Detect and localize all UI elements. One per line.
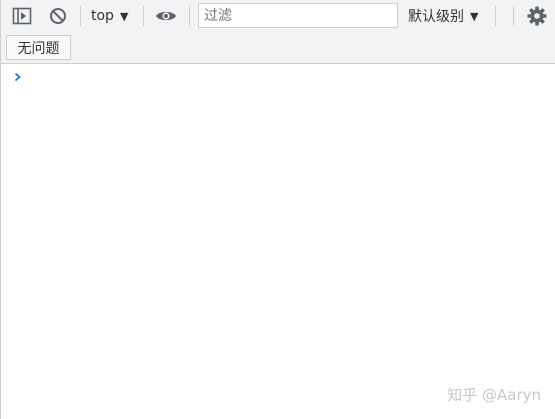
log-levels-label: 默认级别: [408, 9, 464, 25]
toolbar-divider: [495, 6, 496, 26]
issues-bar: 无问题: [1, 32, 555, 64]
toolbar-divider: [80, 6, 81, 26]
dropdown-arrow-icon: ▼: [119, 9, 129, 23]
console-toolbar: top ▼ 默认级别 ▼: [1, 0, 555, 32]
watermark-text: 知乎 @Aaryn: [447, 386, 541, 404]
dropdown-arrow-icon: ▼: [470, 9, 479, 23]
toolbar-divider: [143, 6, 144, 26]
log-levels-dropdown[interactable]: 默认级别 ▼: [408, 0, 478, 32]
gear-icon[interactable]: [524, 0, 550, 32]
issues-button[interactable]: 无问题: [6, 35, 71, 60]
toolbar-divider: [513, 6, 514, 26]
context-selector[interactable]: top ▼: [91, 0, 128, 32]
eye-icon[interactable]: [153, 0, 179, 32]
toolbar-divider: [189, 6, 190, 26]
sidebar-toggle-icon[interactable]: [9, 0, 35, 32]
filter-input[interactable]: [198, 3, 398, 28]
context-label: top: [91, 8, 114, 24]
devtools-console: top ▼ 默认级别 ▼: [0, 0, 555, 419]
clear-console-icon[interactable]: [46, 0, 70, 32]
chevron-right-icon[interactable]: [11, 68, 25, 86]
